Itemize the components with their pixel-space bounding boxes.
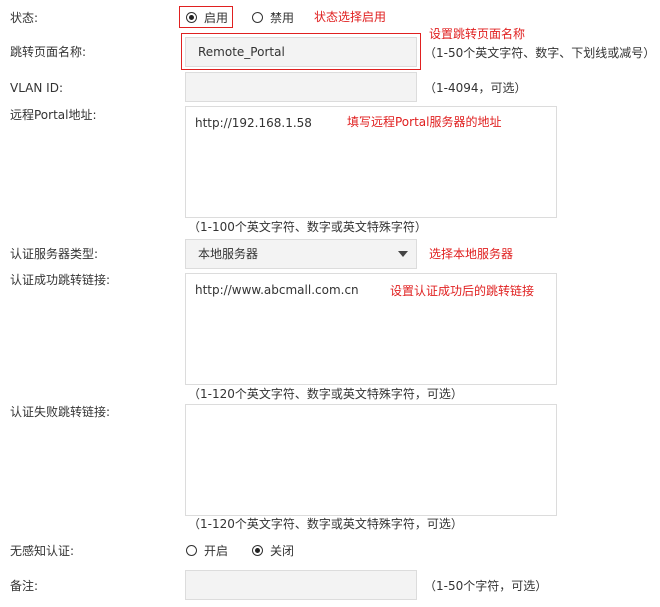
vlan-hint: （1-4094，可选） xyxy=(424,81,527,95)
success-link-annotation: 设置认证成功后的跳转链接 xyxy=(390,284,535,298)
success-link-hint: （1-120个英文字符、数字或英文特殊字符，可选） xyxy=(188,387,463,401)
vlan-label: VLAN ID: xyxy=(10,81,63,95)
status-enable-label[interactable]: 启用 xyxy=(204,10,228,26)
auth-server-type-select[interactable]: 本地服务器 xyxy=(185,239,417,269)
remote-portal-value: http://192.168.1.58 xyxy=(195,116,312,130)
fail-link-label: 认证失败跳转链接: xyxy=(10,405,111,419)
remote-portal-label: 远程Portal地址: xyxy=(10,108,97,122)
remote-portal-annotation: 填写远程Portal服务器的地址 xyxy=(347,115,502,129)
status-enable-radio[interactable] xyxy=(186,12,197,23)
seamless-auth-label: 无感知认证: xyxy=(10,544,75,558)
remark-hint: （1-50个字符，可选） xyxy=(424,579,548,593)
seamless-auth-on-label[interactable]: 开启 xyxy=(204,543,228,559)
auth-server-type-label: 认证服务器类型: xyxy=(10,247,99,261)
page-name-hint: （1-50个英文字符、数字、下划线或减号） xyxy=(424,46,656,60)
status-label: 状态: xyxy=(10,11,39,25)
status-annotation: 状态选择启用 xyxy=(314,10,387,24)
auth-server-type-value: 本地服务器 xyxy=(198,247,259,261)
fail-link-hint: （1-120个英文字符、数字或英文特殊字符，可选） xyxy=(188,517,463,531)
page-name-annotation: 设置跳转页面名称 xyxy=(429,27,526,41)
remark-input[interactable] xyxy=(185,570,417,600)
remote-portal-hint: （1-100个英文字符、数字或英文特殊字符） xyxy=(188,220,427,234)
seamless-auth-off-label[interactable]: 关闭 xyxy=(270,543,294,559)
success-link-label: 认证成功跳转链接: xyxy=(10,273,111,287)
page-name-label: 跳转页面名称: xyxy=(10,45,87,59)
success-link-value: http://www.abcmall.com.cn xyxy=(195,283,359,297)
seamless-auth-on-radio[interactable] xyxy=(186,545,197,556)
auth-server-type-annotation: 选择本地服务器 xyxy=(429,247,514,261)
status-disable-radio[interactable] xyxy=(252,12,263,23)
remark-label: 备注: xyxy=(10,579,39,593)
status-disable-label[interactable]: 禁用 xyxy=(270,10,294,26)
chevron-down-icon xyxy=(398,251,408,257)
page-name-input[interactable] xyxy=(185,37,417,67)
vlan-id-input[interactable] xyxy=(185,72,417,102)
seamless-auth-off-radio[interactable] xyxy=(252,545,263,556)
fail-link-textarea[interactable] xyxy=(185,404,557,516)
